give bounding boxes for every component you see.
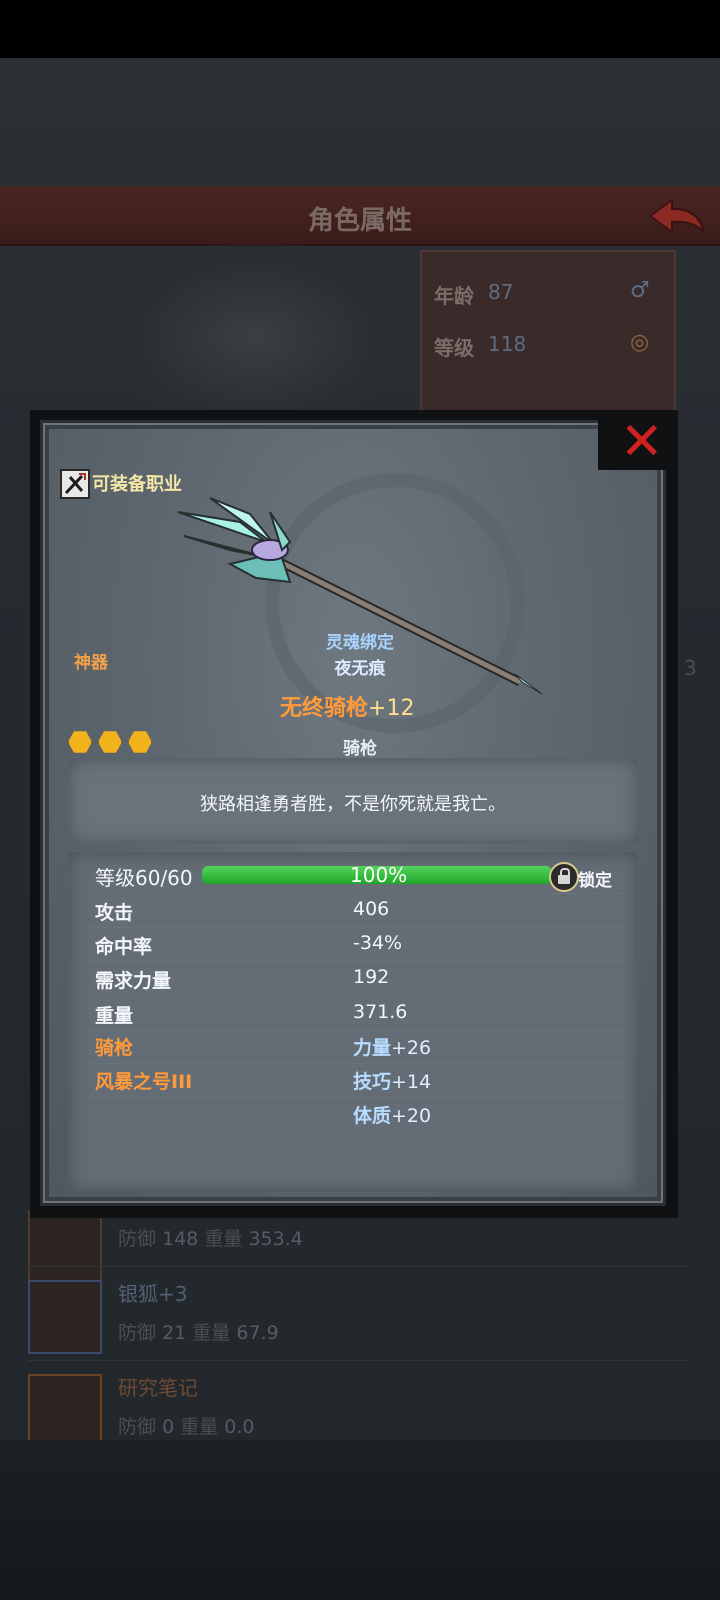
bonus-value: 技巧+14 <box>353 1067 431 1094</box>
defense-label: 防御 <box>118 1228 157 1250</box>
bottom-shade <box>0 1440 720 1600</box>
soulbound-label: 灵魂绑定 <box>326 633 394 653</box>
defense-value: 21 <box>162 1322 187 1344</box>
row-divider <box>88 1030 628 1031</box>
item-description: 狭路相逢勇者胜，不是你死就是我亡。 <box>200 794 506 815</box>
boots-thumbnail <box>28 1280 102 1354</box>
stat-label-accuracy: 命中率 <box>95 936 153 958</box>
row-divider <box>88 927 628 928</box>
stat-label-required-strength: 需求力量 <box>95 970 172 992</box>
divider <box>28 1266 688 1267</box>
bonus-value: 力量+26 <box>353 1033 431 1060</box>
weight-value: 0.0 <box>224 1416 255 1438</box>
defense-value: 0 <box>162 1416 175 1438</box>
status-bar-area <box>0 0 720 58</box>
weight-value: 67.9 <box>236 1322 279 1344</box>
close-icon: ✕ <box>620 412 664 472</box>
divider <box>28 1360 688 1361</box>
bonus-amount: +20 <box>391 1105 432 1127</box>
row-divider <box>88 1097 628 1098</box>
back-arrow-icon[interactable] <box>646 194 708 238</box>
stat-value-attack: 406 <box>353 898 390 920</box>
stat-label-attack: 攻击 <box>95 902 134 924</box>
male-icon: ♂ <box>630 278 650 303</box>
row-divider <box>88 1131 628 1132</box>
character-helmet-portrait <box>110 244 400 414</box>
weight-label: 重量 <box>192 1322 231 1344</box>
description-box: 狭路相逢勇者胜，不是你死就是我亡。 <box>68 758 638 844</box>
bonus-stat: 技巧 <box>353 1071 392 1093</box>
level-label: 等级 <box>434 336 474 360</box>
notebook-thumbnail <box>28 1374 102 1448</box>
item-name: 银狐+3 <box>118 1282 188 1306</box>
stat-label-weight: 重量 <box>95 1005 134 1027</box>
item-name: 研究笔记 <box>118 1376 198 1400</box>
enhance-level: +12 <box>368 696 415 721</box>
bonus-stat: 体质 <box>353 1105 392 1127</box>
weight-label: 重量 <box>180 1416 219 1438</box>
lock-icon[interactable] <box>549 862 579 892</box>
stat-value-weight: 371.6 <box>353 1001 408 1023</box>
item-title: 无终骑枪+12 <box>280 690 414 722</box>
stat-value-required-strength: 192 <box>353 966 390 988</box>
lock-label[interactable]: 锁定 <box>578 866 612 891</box>
job-requirement-label: 可装备职业 <box>92 474 182 495</box>
row-divider <box>88 995 628 996</box>
list-item[interactable]: 银狐+3 防御 21 重量 67.9 <box>0 1276 720 1370</box>
defense-value: 148 <box>162 1228 199 1250</box>
progress-text: 100% <box>350 863 408 887</box>
bonus-label: 骑枪 <box>95 1037 134 1059</box>
page-title: 角色属性 <box>307 206 412 236</box>
row-divider <box>88 961 628 962</box>
job-class-icon[interactable] <box>60 469 90 499</box>
bonus-label: 风暴之号III <box>95 1071 193 1093</box>
level-value: 118 <box>488 332 527 356</box>
stat-value-accuracy: -34% <box>353 932 403 954</box>
owner-name: 夜无痕 <box>334 659 386 679</box>
row-divider <box>88 893 628 894</box>
ring-icon: ◎ <box>630 330 650 355</box>
bonus-value: 体质+20 <box>353 1101 431 1128</box>
age-label: 年龄 <box>434 284 474 308</box>
character-stat-box: 年龄 87 ♂ 等级 118 ◎ <box>420 250 676 414</box>
item-name: 无终骑枪 <box>280 696 369 721</box>
row-divider <box>88 1063 628 1064</box>
close-button[interactable]: ✕ <box>598 410 676 470</box>
defense-label: 防御 <box>118 1322 157 1344</box>
bonus-amount: +14 <box>391 1071 432 1093</box>
item-level-label: 等级60/60 <box>95 866 193 890</box>
armor-thumbnail <box>28 1210 102 1284</box>
defense-label: 防御 <box>118 1416 157 1438</box>
weight-label: 重量 <box>204 1228 243 1250</box>
bonus-amount: +26 <box>391 1037 432 1059</box>
weapon-type: 骑枪 <box>343 739 377 759</box>
weight-value: 353.4 <box>248 1228 303 1250</box>
age-value: 87 <box>488 280 514 304</box>
header-bar: 角色属性 <box>0 186 720 246</box>
bonus-stat: 力量 <box>353 1037 392 1059</box>
